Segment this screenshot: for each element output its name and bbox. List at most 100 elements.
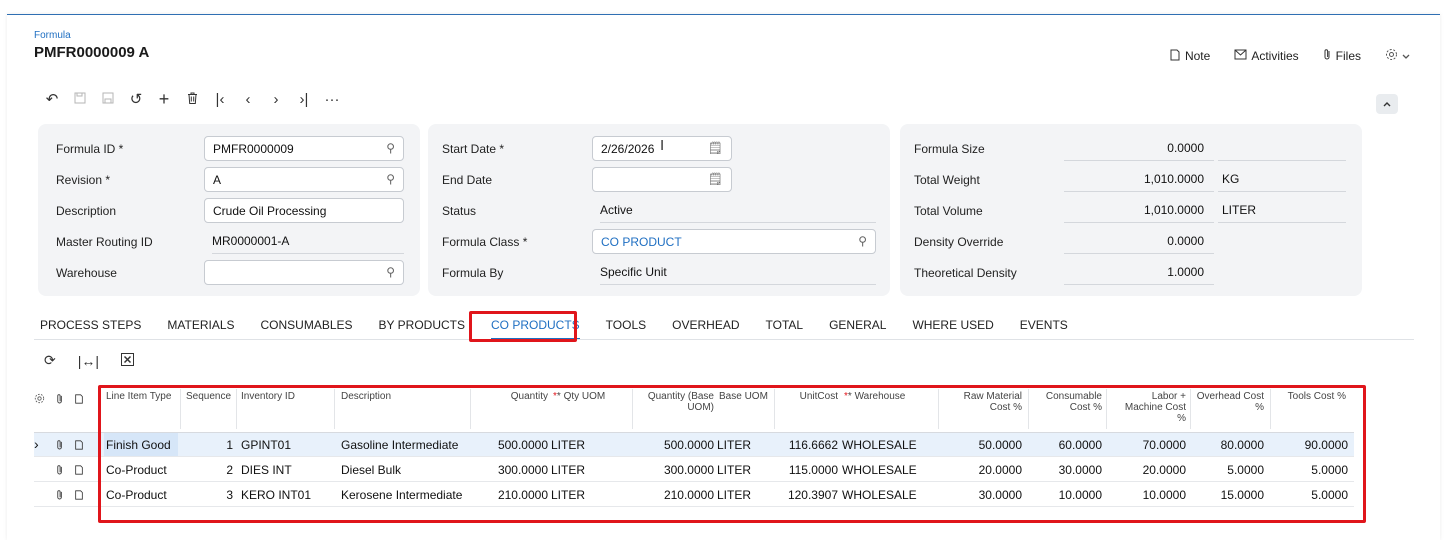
save-button[interactable]: [66, 88, 94, 110]
master-routing-label: Master Routing ID: [56, 234, 153, 249]
description-label: Description: [56, 203, 117, 218]
total-volume-unit: LITER: [1218, 198, 1346, 223]
density-override-value[interactable]: 0.0000: [1064, 229, 1214, 254]
status-label: Status: [442, 203, 477, 218]
next-icon: ›: [273, 90, 279, 108]
refresh-button[interactable]: ⟳: [44, 352, 56, 369]
total-weight-label: Total Weight: [914, 172, 980, 187]
more-icon: ···: [324, 90, 340, 108]
refresh-icon: ⟳: [44, 352, 56, 368]
back-button[interactable]: ↶: [38, 88, 66, 110]
summary-panel-totals: Formula Size 0.0000 Total Weight 1,010.0…: [900, 124, 1362, 296]
revision-input[interactable]: A ⚲: [204, 167, 404, 192]
grid-toolbar: ⟳ |↔|: [44, 352, 135, 369]
save-icon: [74, 91, 86, 108]
breadcrumb[interactable]: Formula: [34, 30, 71, 41]
files-label: Files: [1335, 49, 1361, 63]
end-date-input[interactable]: 🗒: [592, 167, 732, 192]
field-row-end-date: End Date 🗒: [428, 164, 890, 195]
chevron-up-icon: [1383, 98, 1391, 110]
fit-width-icon: |↔|: [77, 352, 100, 369]
delete-button[interactable]: [178, 88, 206, 110]
note-icon: [1169, 49, 1181, 64]
total-weight-value: 1,010.0000: [1064, 167, 1214, 192]
calendar-icon[interactable]: 🗒: [708, 141, 723, 155]
column-settings-icon[interactable]: [34, 393, 45, 407]
master-routing-link[interactable]: MR0000001-A: [212, 229, 404, 254]
field-row-formula-size: Formula Size 0.0000: [900, 133, 1362, 164]
note-row-icon[interactable]: [74, 439, 84, 454]
start-date-label: Start Date *: [442, 141, 505, 156]
activities-label: Activities: [1251, 49, 1299, 63]
theoretical-density-label: Theoretical Density: [914, 265, 1017, 280]
note-label: Note: [1184, 49, 1211, 63]
previous-icon: ‹: [245, 90, 251, 108]
revision-label: Revision *: [56, 172, 111, 187]
warehouse-label: Warehouse: [56, 265, 117, 280]
total-volume-value: 1,010.0000: [1064, 198, 1214, 223]
note-button[interactable]: Note: [1169, 49, 1210, 64]
theoretical-density-value: 1.0000: [1064, 260, 1214, 285]
search-icon[interactable]: ⚲: [386, 172, 395, 186]
field-row-description: Description Crude Oil Processing: [38, 195, 420, 226]
note-row-icon[interactable]: [74, 489, 84, 504]
first-record-button[interactable]: |‹: [206, 88, 234, 110]
highlight-box-tab: [469, 311, 577, 342]
formula-class-input[interactable]: CO PRODUCT ⚲: [592, 229, 876, 254]
files-button[interactable]: Files: [1323, 48, 1361, 64]
excel-icon: [121, 352, 135, 369]
field-row-density-override: Density Override 0.0000: [900, 226, 1362, 257]
form-toolbar: ↶ ↺ + |‹ ‹ › ›| ···: [38, 88, 346, 110]
settings-menu-button[interactable]: [1385, 48, 1410, 64]
export-excel-button[interactable]: [121, 352, 135, 369]
gear-icon: [1385, 48, 1398, 64]
chevron-down-icon: [1402, 49, 1410, 63]
add-button[interactable]: +: [150, 88, 178, 110]
delete-icon: [187, 91, 198, 108]
text-cursor-icon: I: [660, 137, 665, 154]
search-icon[interactable]: ⚲: [858, 234, 867, 248]
last-icon: ›|: [299, 90, 309, 108]
save-close-button[interactable]: [94, 88, 122, 110]
cancel-button[interactable]: ↺: [122, 88, 150, 110]
mail-icon: [1234, 49, 1247, 63]
formula-size-unit: [1218, 136, 1346, 161]
formula-id-label: Formula ID *: [56, 141, 124, 156]
field-row-start-date: Start Date * 2/26/2026 🗒 I: [428, 133, 890, 164]
formula-class-label: Formula Class *: [442, 234, 528, 249]
description-input[interactable]: Crude Oil Processing: [204, 198, 404, 223]
field-row-revision: Revision * A ⚲: [38, 164, 420, 195]
warehouse-input[interactable]: ⚲: [204, 260, 404, 285]
field-row-formula-by: Formula By Specific Unit: [428, 257, 890, 288]
density-override-label: Density Override: [914, 234, 1004, 249]
formula-size-value: 0.0000: [1064, 136, 1214, 161]
activities-button[interactable]: Activities: [1234, 49, 1299, 63]
formula-id-input[interactable]: PMFR0000009 ⚲: [204, 136, 404, 161]
highlight-box-grid: [98, 385, 1366, 523]
collapse-header-button[interactable]: [1376, 94, 1398, 114]
fit-columns-button[interactable]: |↔|: [78, 353, 99, 369]
paperclip-icon: [1323, 48, 1332, 64]
field-row-total-weight: Total Weight 1,010.0000 KG: [900, 164, 1362, 195]
field-row-total-volume: Total Volume 1,010.0000 LITER: [900, 195, 1362, 226]
save-close-icon: [102, 91, 114, 108]
calendar-icon[interactable]: 🗒: [708, 172, 723, 186]
cancel-icon: ↺: [129, 91, 143, 108]
end-date-label: End Date: [442, 172, 493, 187]
expand-row-icon[interactable]: ›: [34, 436, 39, 452]
next-record-button[interactable]: ›: [262, 88, 290, 110]
header-actions: Note Activities Files: [1169, 48, 1410, 64]
field-row-formula-class: Formula Class * CO PRODUCT ⚲: [428, 226, 890, 257]
attachment-icon[interactable]: [56, 439, 64, 454]
field-row-formula-id: Formula ID * PMFR0000009 ⚲: [38, 133, 420, 164]
field-row-theoretical-density: Theoretical Density 1.0000: [900, 257, 1362, 288]
last-record-button[interactable]: ›|: [290, 88, 318, 110]
search-icon[interactable]: ⚲: [386, 141, 395, 155]
previous-record-button[interactable]: ‹: [234, 88, 262, 110]
attachment-icon[interactable]: [56, 489, 64, 504]
attachment-icon[interactable]: [56, 464, 64, 479]
summary-panel-general: Formula ID * PMFR0000009 ⚲ Revision * A …: [38, 124, 420, 296]
more-button[interactable]: ···: [318, 88, 346, 110]
search-icon[interactable]: ⚲: [386, 265, 395, 279]
note-row-icon[interactable]: [74, 464, 84, 479]
